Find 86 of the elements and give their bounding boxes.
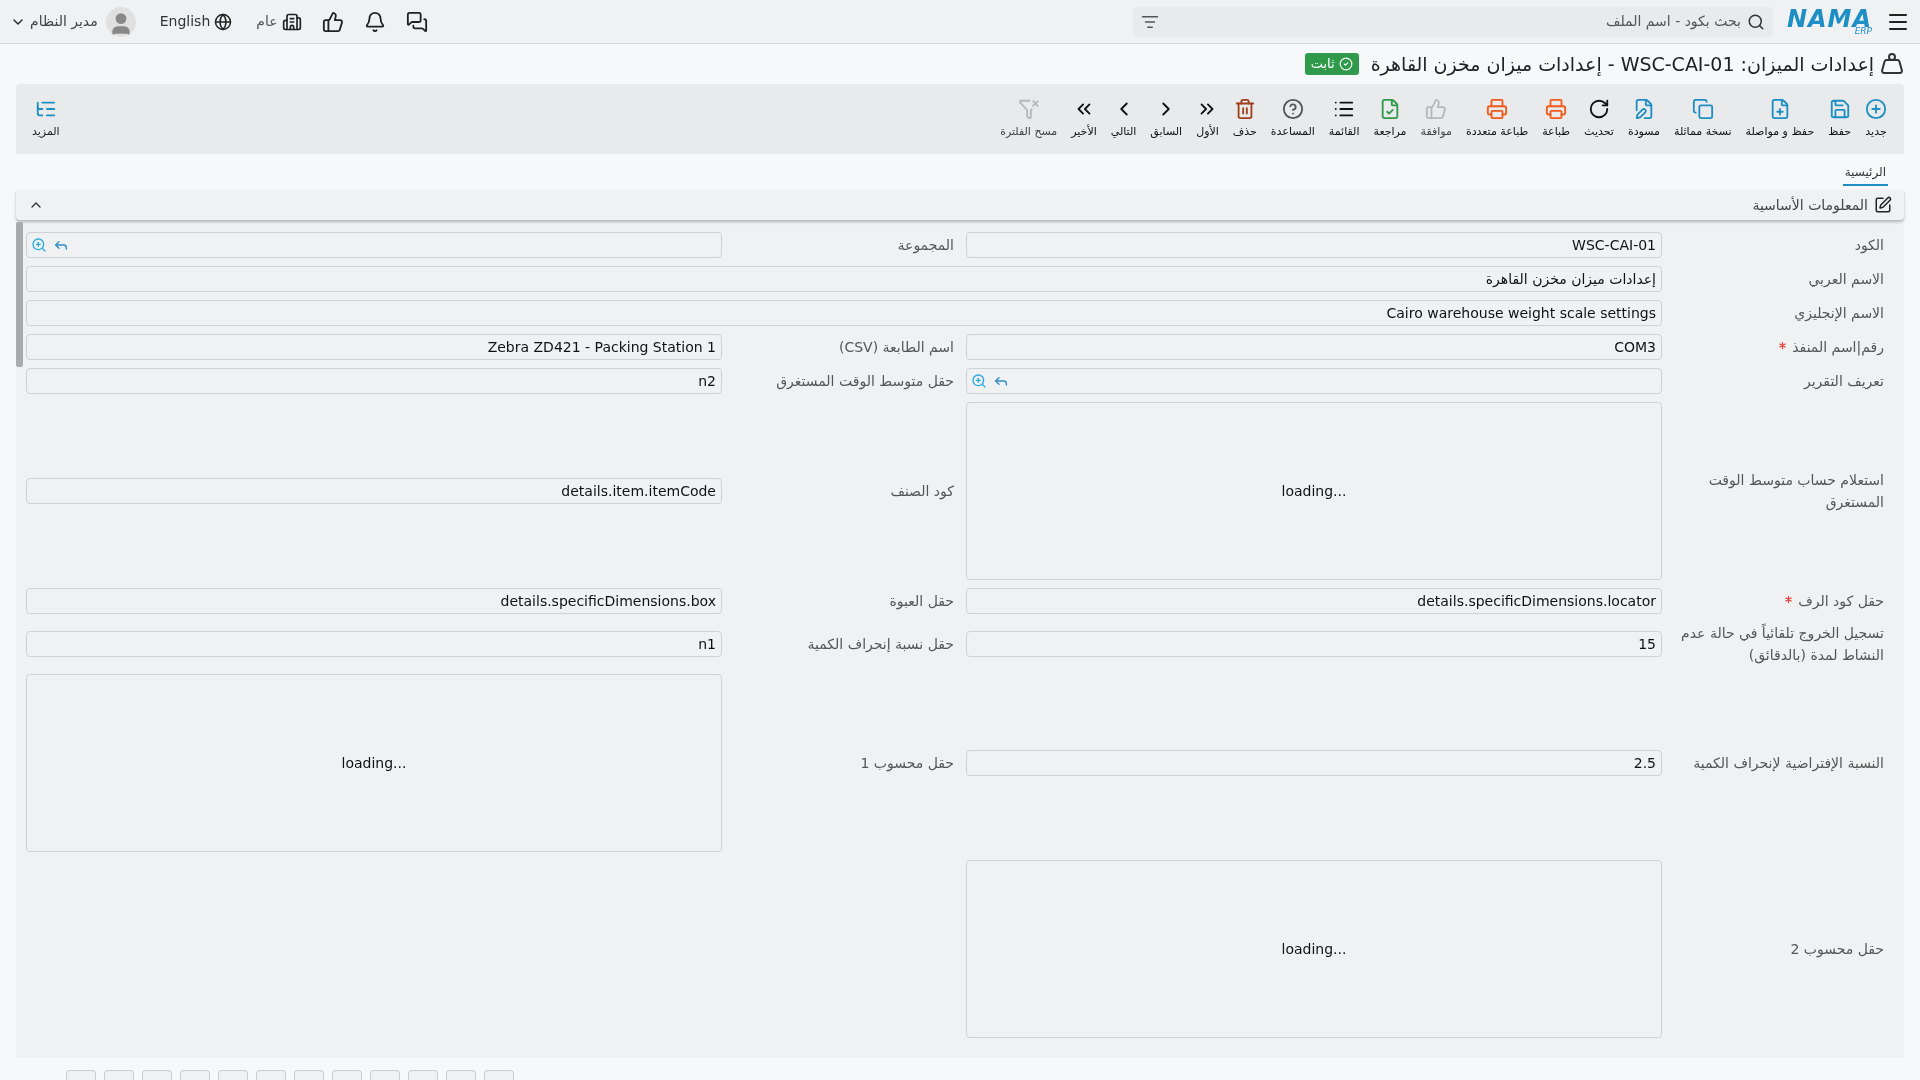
field-label: حقل كود الرف	[1798, 592, 1884, 612]
small-button[interactable]	[104, 1070, 134, 1080]
lookup-field[interactable]	[966, 368, 1662, 394]
small-button[interactable]	[142, 1070, 172, 1080]
toolbar-button[interactable]: القائمة	[1321, 97, 1367, 141]
toolbar-button[interactable]: حفظ	[1821, 97, 1858, 141]
field-label: الاسم العربي	[1808, 270, 1884, 290]
field-label: حقل محسوب 1	[860, 754, 954, 774]
input-field[interactable]: n2	[26, 368, 722, 394]
field-label: استعلام حساب متوسط الوقت المستغرق	[1707, 471, 1884, 513]
toolbar-button[interactable]: مسودة	[1620, 97, 1667, 141]
field-label: كود الصنف	[890, 482, 954, 502]
toolbar-button[interactable]: الأول	[1189, 97, 1226, 141]
input-field[interactable]: n1	[26, 631, 722, 657]
field-label: تعريف التقرير	[1803, 372, 1884, 392]
field-label: حقل العبوة	[889, 592, 954, 612]
toolbar-button[interactable]: السابق	[1143, 97, 1190, 141]
input-field[interactable]: 2.5	[966, 750, 1662, 776]
small-button[interactable]	[256, 1070, 286, 1080]
small-button[interactable]	[180, 1070, 210, 1080]
field-label: حقل محسوب 2	[1790, 940, 1884, 960]
small-button[interactable]	[294, 1070, 324, 1080]
avatar[interactable]	[105, 6, 136, 37]
required-asterisk-icon	[1779, 342, 1787, 349]
small-button[interactable]	[446, 1070, 476, 1080]
page-title: إعدادات الميزان: WSC-CAI-01 - إعدادات ميزان مخزن القاهرة	[1370, 51, 1874, 78]
input-field[interactable]: details.specificDimensions.locator	[966, 588, 1662, 614]
toolbar-button[interactable]: المساعدة	[1263, 97, 1322, 141]
more-button[interactable]: المزيد	[26, 97, 66, 141]
toolbar-button[interactable]: الأخير	[1064, 97, 1104, 141]
scrollbar[interactable]	[16, 222, 23, 367]
search-field[interactable]: بحث بكود - اسم الملف	[1132, 6, 1773, 37]
globe-icon	[214, 12, 233, 31]
language-selector[interactable]: English	[159, 11, 233, 32]
field-label: تسجيل الخروج تلقائياً في حالة عدم النشاط لمدة (بالدقائق)	[1680, 622, 1884, 666]
toolbar-button[interactable]: مراجعة	[1366, 97, 1414, 141]
status-badge: ثابت	[1304, 53, 1359, 75]
toolbar-button[interactable]: طباعة متعددة	[1458, 97, 1536, 141]
toolbar-button[interactable]: التالي	[1103, 97, 1144, 141]
required-asterisk-icon	[1785, 596, 1793, 603]
search-plus-icon[interactable]	[31, 237, 47, 253]
input-field[interactable]: Cairo warehouse weight scale settings	[26, 300, 1662, 326]
query-text-area[interactable]: loading...	[26, 674, 722, 852]
field-label: حقل متوسط الوقت المستغرق	[776, 372, 954, 392]
edit-icon	[1874, 196, 1892, 214]
field-label: الاسم الإنجليزي	[1794, 304, 1884, 324]
field-label: اسم الطابعة (CSV)	[838, 338, 954, 358]
section-header[interactable]: المعلومات الأساسية	[16, 190, 1904, 220]
scale-icon	[1880, 52, 1904, 76]
input-field[interactable]: COM3	[966, 334, 1662, 360]
field-label: حقل نسبة إنحراف الكمية	[807, 635, 954, 654]
building-icon	[281, 11, 302, 32]
input-field[interactable]: WSC-CAI-01	[966, 232, 1662, 258]
section-title: المعلومات الأساسية	[1752, 195, 1868, 216]
field-label: المجموعة	[897, 236, 954, 256]
toolbar-button[interactable]: تحديث	[1577, 97, 1621, 141]
query-text-area[interactable]: loading...	[966, 860, 1662, 1038]
small-button[interactable]	[332, 1070, 362, 1080]
search-icon	[1746, 12, 1765, 31]
field-label: رقم|اسم المنفذ	[1792, 338, 1884, 358]
input-field[interactable]: 15	[966, 631, 1662, 657]
toolbar-button[interactable]: نسخة مماثلة	[1667, 97, 1739, 141]
lookup-field[interactable]	[26, 232, 722, 258]
small-button[interactable]	[408, 1070, 438, 1080]
chat-icon[interactable]	[405, 10, 428, 33]
small-button[interactable]	[484, 1070, 514, 1080]
toolbar-button[interactable]: حذف	[1225, 97, 1264, 141]
toolbar-button[interactable]: جديد	[1858, 97, 1894, 141]
query-text-area[interactable]: loading...	[966, 402, 1662, 580]
company-selector[interactable]: عام	[256, 11, 302, 32]
user-name[interactable]: مدير النظام	[30, 11, 98, 32]
field-label: النسبة الإفتراضية لإنحراف الكمية	[1693, 754, 1884, 774]
thumbs-up-icon[interactable]	[321, 10, 344, 33]
tab[interactable]: الرئيسية	[1842, 163, 1888, 186]
input-field[interactable]: details.item.itemCode	[26, 478, 722, 504]
field-label: الكود	[1854, 236, 1884, 256]
toolbar-button[interactable]: حفظ و مواصلة	[1738, 97, 1822, 141]
input-field[interactable]: details.specificDimensions.box	[26, 588, 722, 614]
small-button[interactable]	[218, 1070, 248, 1080]
small-button[interactable]	[370, 1070, 400, 1080]
small-button[interactable]	[66, 1070, 96, 1080]
input-field[interactable]: Zebra ZD421 - Packing Station 1	[26, 334, 722, 360]
input-field[interactable]: إعدادات ميزان مخزن القاهرة	[26, 266, 1662, 292]
bell-icon[interactable]	[363, 10, 386, 33]
toolbar-button[interactable]: طباعة	[1535, 97, 1578, 141]
search-plus-icon[interactable]	[971, 373, 987, 389]
